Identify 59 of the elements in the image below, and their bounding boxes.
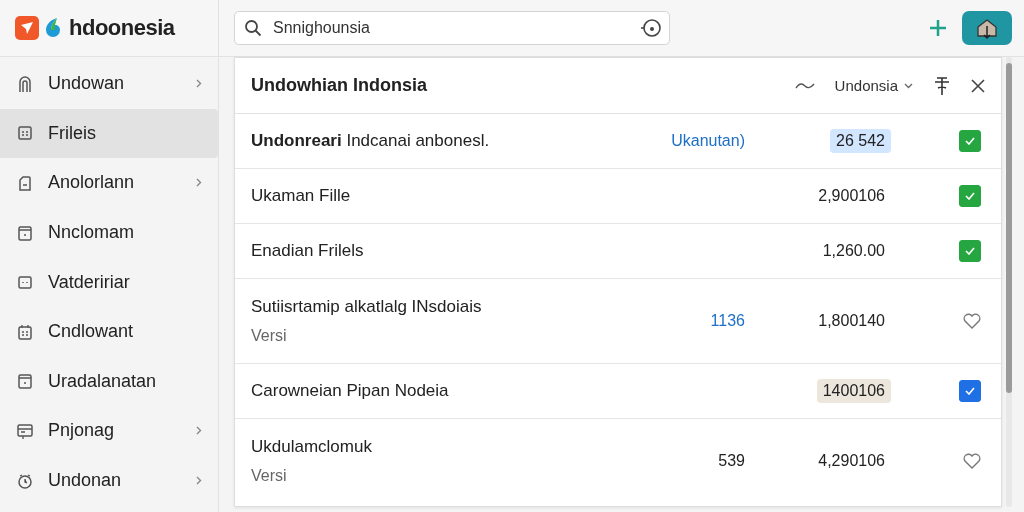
sidebar-item[interactable]: Vatdeririar	[0, 257, 218, 307]
sidebar-icon	[16, 421, 34, 440]
row-title: Ukaman Fille	[251, 186, 352, 206]
row-title: Ukdulamclomuk	[251, 437, 373, 457]
filter-dropdown[interactable]: Undonsia	[834, 77, 913, 94]
sidebar-icon	[16, 322, 34, 341]
checkbox[interactable]	[959, 240, 981, 262]
sidebar-icon	[16, 74, 34, 93]
check-icon	[965, 192, 975, 200]
brand-logo	[45, 17, 63, 39]
row-title: Enadian Frilels	[251, 241, 365, 261]
value-badge: 1400106	[816, 379, 891, 403]
row-value: 2,900106	[817, 186, 886, 206]
check-icon	[965, 247, 975, 255]
sidebar-item[interactable]: Anolorlann	[0, 158, 218, 208]
row-subtitle: Versi	[251, 467, 288, 485]
sidebar-icon	[16, 124, 34, 143]
sidebar-icon	[16, 372, 34, 391]
checkbox[interactable]	[959, 130, 981, 152]
value-badge: 26 542	[830, 129, 891, 153]
pin-button[interactable]	[933, 75, 951, 96]
row-subtitle: Versi	[251, 327, 288, 345]
sidebar-icon	[16, 273, 34, 292]
sidebar-item[interactable]: Uradalanatan	[0, 356, 218, 407]
heart-icon[interactable]	[963, 453, 981, 469]
heart-icon[interactable]	[963, 313, 981, 329]
row-count: 539	[718, 452, 745, 469]
sidebar-item[interactable]: Cndlowant	[0, 306, 218, 357]
row-link[interactable]: 1136	[710, 312, 745, 329]
row-title: Carowneian Pipan Nodeia	[251, 381, 450, 401]
scrollbar[interactable]	[1006, 57, 1012, 507]
row-value: 1,260.00	[821, 241, 886, 261]
sidebar-item[interactable]: Nnclomam	[0, 207, 218, 258]
row-title: Sutiisrtamip alkatlalg INsdoiais	[251, 297, 483, 317]
checkbox[interactable]	[959, 185, 981, 207]
panel-title: Undowhian Indonsia	[251, 75, 428, 96]
sidebar-item[interactable]: Undowan	[0, 59, 218, 109]
add-button[interactable]	[928, 18, 948, 38]
sidebar-icon	[16, 223, 34, 242]
row-value: 4,290106	[817, 451, 886, 471]
search-icon	[244, 19, 262, 37]
row-title: Undonreari Indcanai anbonesl.	[251, 131, 491, 151]
row-value: 1,800140	[817, 311, 886, 331]
sidebar-item[interactable]: Frileis	[0, 108, 218, 159]
row-link[interactable]: Ukanutan)	[671, 132, 745, 149]
brand-name: hdoonesia	[69, 15, 175, 41]
checkbox[interactable]	[959, 380, 981, 402]
sidebar-item[interactable]: Undonan	[0, 455, 218, 506]
search-field[interactable]: Snnighounsia	[234, 11, 670, 45]
sidebar-item[interactable]: Pnjonag	[0, 406, 218, 456]
target-icon[interactable]	[640, 17, 662, 39]
close-button[interactable]	[971, 78, 985, 93]
sidebar-icon	[16, 174, 34, 192]
house-button[interactable]	[962, 11, 1012, 45]
caret-icon	[904, 82, 913, 89]
app-logo	[15, 16, 39, 40]
check-icon	[965, 387, 975, 395]
check-icon	[965, 137, 975, 145]
collapse-button[interactable]	[794, 80, 815, 91]
